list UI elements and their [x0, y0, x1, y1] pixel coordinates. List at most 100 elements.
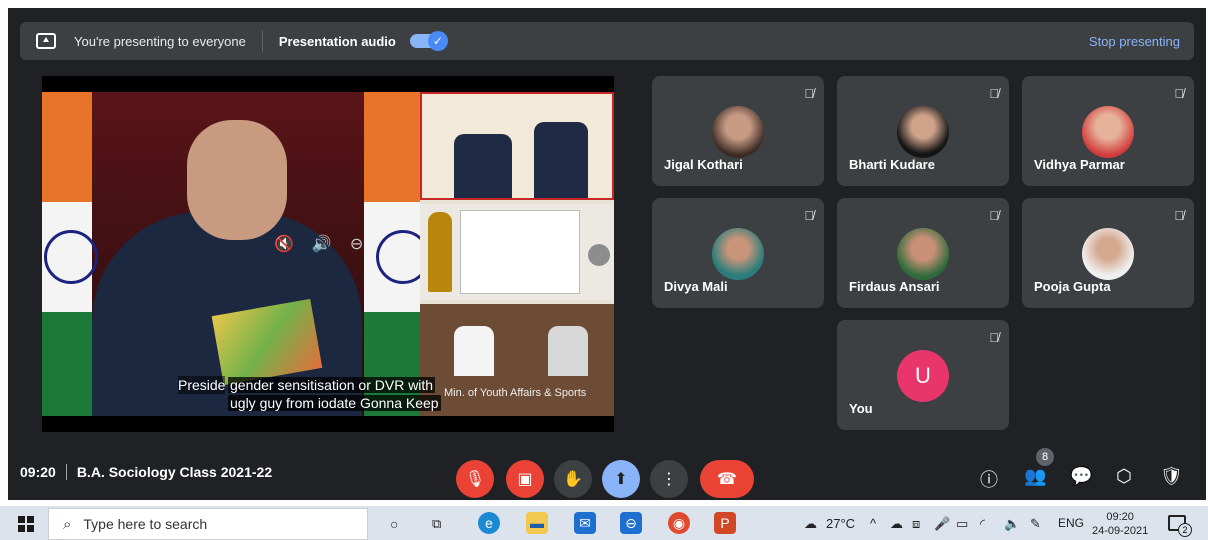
windows-taskbar: ⌕ Type here to search ○ ⧉ e ▬ ✉ ⊖ ◉ P ☁ …: [0, 506, 1208, 540]
wifi-icon[interactable]: ◜: [980, 516, 985, 532]
mic-off-icon: 🎙̸: [989, 330, 999, 345]
mic-off-icon: 🎙: [464, 471, 486, 488]
meeting-info: 09:20 B.A. Sociology Class 2021-22: [20, 464, 272, 480]
mic-off-icon: 🎙̸: [804, 208, 814, 223]
windows-start-icon[interactable]: [18, 516, 34, 532]
participant-tile[interactable]: 🎙̸ Jigal Kothari: [652, 76, 824, 186]
participant-tile[interactable]: 🎙̸ Divya Mali: [652, 198, 824, 308]
file-explorer-icon[interactable]: ▬: [526, 512, 548, 534]
clock-date: 24-09-2021: [1092, 525, 1149, 537]
participant-tile[interactable]: 🎙̸ Pooja Gupta: [1022, 198, 1194, 308]
search-icon: ⌕: [63, 515, 72, 533]
camera-toggle-button[interactable]: ▣: [506, 460, 544, 498]
avatar: [897, 106, 949, 158]
task-view-icon[interactable]: ⧉: [432, 516, 441, 532]
slide-footer-text: Min. of Youth Affairs & Sports: [444, 387, 587, 399]
participant-name: Vidhya Parmar: [1034, 157, 1125, 172]
info-icon[interactable]: ⓘ: [980, 466, 998, 492]
present-icon: ⬆: [614, 471, 628, 488]
participant-name: Bharti Kudare: [849, 157, 935, 172]
more-options-icon: ⋮: [661, 471, 677, 488]
mic-off-icon: 🎙̸: [1174, 208, 1184, 223]
notification-count: 2: [1178, 523, 1192, 537]
presentation-view[interactable]: 🔇 🔊 ⊖ Preside gender sensitisation or DV…: [42, 76, 614, 432]
slide-main-image: [42, 92, 420, 416]
participant-name: Firdaus Ansari: [849, 279, 940, 294]
taskbar-clock[interactable]: 09:20 24-09-2021: [1092, 510, 1148, 538]
avatar: [712, 228, 764, 280]
presenting-banner: You're presenting to everyone Presentati…: [20, 22, 1194, 60]
participant-tile-self[interactable]: 🎙̸ U You: [837, 320, 1009, 430]
onedrive-icon[interactable]: ☁: [890, 516, 903, 532]
presenting-text: You're presenting to everyone: [74, 33, 246, 49]
people-icon[interactable]: 👥: [1024, 466, 1046, 487]
caption-prefix: Preside: [178, 376, 226, 394]
host-controls-icon[interactable]: 🛡: [1160, 466, 1183, 487]
presentation-audio-toggle[interactable]: ✓: [409, 31, 448, 51]
avatar: U: [897, 350, 949, 402]
participant-name: Pooja Gupta: [1034, 279, 1111, 294]
remove-icon[interactable]: ⊖: [350, 234, 363, 254]
stop-presenting-button[interactable]: Stop presenting: [1089, 34, 1180, 49]
battery-icon[interactable]: ▭: [956, 516, 968, 532]
microphone-icon[interactable]: 🎤: [934, 516, 950, 532]
temperature[interactable]: 27°C: [826, 516, 855, 531]
mail-icon[interactable]: ✉: [574, 512, 596, 534]
present-screen-icon: [36, 33, 56, 49]
activities-icon[interactable]: ⬡: [1116, 466, 1132, 487]
banner-divider: [261, 30, 263, 52]
speaker-head: [187, 120, 287, 240]
raise-hand-icon: ✋: [563, 471, 583, 488]
taskbar-search[interactable]: ⌕ Type here to search: [48, 508, 368, 540]
award-photo: [420, 92, 614, 200]
meeting-title: B.A. Sociology Class 2021-22: [76, 464, 273, 480]
participant-tile[interactable]: 🎙̸ Bharti Kudare: [837, 76, 1009, 186]
caption-line-2: ugly guy from iodate Gonna Keep: [228, 395, 441, 411]
meet-now-icon[interactable]: ⧈: [912, 516, 920, 532]
weather-icon[interactable]: ☁: [804, 516, 817, 532]
present-now-button[interactable]: ⬆: [602, 460, 640, 498]
mic-toggle-button[interactable]: 🎙: [456, 460, 494, 498]
clock-time: 09:20: [1106, 511, 1134, 523]
store-icon[interactable]: ⊖: [620, 512, 642, 534]
mic-off-icon: 🎙̸: [989, 86, 999, 101]
raise-hand-button[interactable]: ✋: [554, 460, 592, 498]
more-options-button[interactable]: ⋮: [650, 460, 688, 498]
avatar: [897, 228, 949, 280]
participant-name: Jigal Kothari: [664, 157, 743, 172]
flag-left: [42, 92, 98, 416]
camera-off-icon: ▣: [517, 471, 533, 488]
participant-tile[interactable]: 🎙̸ Vidhya Parmar: [1022, 76, 1194, 186]
edge-icon[interactable]: e: [478, 512, 500, 534]
mute-presentation-icon[interactable]: 🔇: [274, 234, 294, 254]
caption-line-1: gender sensitisation or DVR with: [228, 377, 436, 393]
meeting-time: 09:20: [20, 464, 56, 480]
volume-icon[interactable]: 🔊: [312, 234, 332, 254]
people-count-badge: 8: [1036, 448, 1054, 466]
chevron-up-icon[interactable]: ^: [870, 516, 876, 531]
chat-icon[interactable]: 💬: [1070, 466, 1092, 487]
search-placeholder: Type here to search: [83, 516, 208, 532]
avatar: [1082, 106, 1134, 158]
cortana-icon[interactable]: ○: [390, 516, 398, 532]
powerpoint-icon[interactable]: P: [714, 512, 736, 534]
certificate-photo: [420, 204, 614, 300]
meeting-controls-bar: 09:20 B.A. Sociology Class 2021-22 🎙 ▣ ✋ …: [8, 448, 1206, 500]
participant-name: You: [849, 401, 873, 416]
meet-window: You're presenting to everyone Presentati…: [8, 8, 1206, 500]
check-icon: ✓: [427, 31, 448, 51]
avatar: [1082, 228, 1134, 280]
mic-off-icon: 🎙̸: [1174, 86, 1184, 101]
language-indicator[interactable]: ENG: [1058, 516, 1084, 530]
participant-tile[interactable]: 🎙̸ Firdaus Ansari: [837, 198, 1009, 308]
participant-name: Divya Mali: [664, 279, 728, 294]
volume-icon[interactable]: 🔈: [1004, 516, 1020, 532]
flag-right: [364, 92, 420, 416]
leave-call-button[interactable]: ☎: [700, 460, 754, 498]
presentation-audio-label: Presentation audio: [278, 33, 396, 49]
live-caption: Preside gender sensitisation or DVR with…: [178, 376, 602, 412]
hang-up-icon: ☎: [717, 471, 737, 488]
notification-icon[interactable]: 2: [1168, 515, 1192, 537]
pen-icon[interactable]: ✎: [1030, 516, 1041, 532]
chrome-icon[interactable]: ◉: [668, 512, 690, 534]
